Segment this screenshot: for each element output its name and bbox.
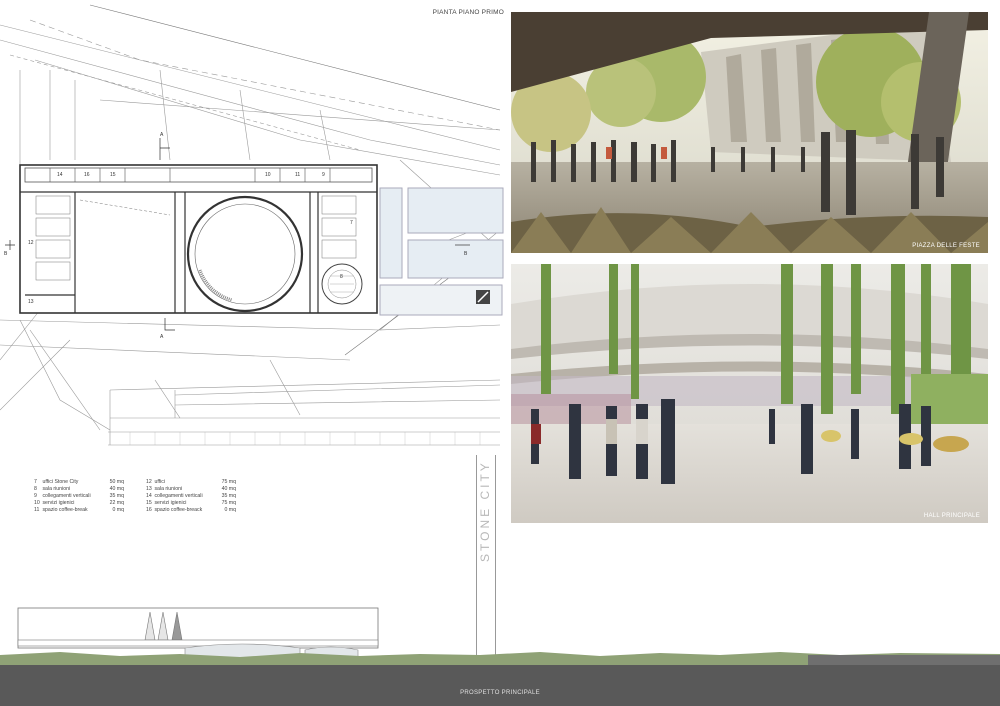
legend-row: 10 servizi igienici 22 mq — [34, 500, 124, 506]
footer-label: PROSPETTO PRINCIPALE — [460, 690, 540, 696]
legend-row: 12 uffici 75 mq — [146, 479, 236, 485]
render-hall-label: HALL PRINCIPALE — [923, 513, 980, 519]
legend-row: 13 sala riunioni 40 mq — [146, 486, 236, 492]
section-marker-a-bottom: A — [160, 334, 164, 340]
room-label-9: 9 — [322, 172, 325, 178]
room-label-12: 12 — [28, 240, 34, 246]
room-label-8: 8 — [340, 274, 343, 280]
legend-row: 15 servizi igienici 75 mq — [146, 500, 236, 506]
room-label-7: 7 — [350, 220, 353, 226]
section-marker-b-left: B — [4, 251, 8, 257]
floor-plan-drawing: A A B B 14 16 15 10 11 9 12 13 7 8 — [0, 4, 504, 446]
render-hall-image — [511, 264, 988, 523]
legend-row: 14 collegamenti verticali 35 mq — [146, 493, 236, 499]
room-label-16: 16 — [84, 172, 90, 178]
render-hall: HALL PRINCIPALE — [511, 264, 988, 523]
room-label-13: 13 — [28, 299, 34, 305]
footer-bar — [0, 665, 1000, 706]
legend-row: 11 spazio coffee-break 0 mq — [34, 507, 124, 513]
room-label-11: 11 — [295, 172, 300, 178]
legend-row: 7 uffici Stone City 50 mq — [34, 479, 124, 485]
legend-column-2: 12 uffici 75 mq 13 sala riunioni 40 mq 14 … — [146, 479, 236, 514]
render-piazza-label: PIAZZA DELLE FESTE — [912, 243, 980, 249]
room-label-14: 14 — [57, 172, 63, 178]
render-piazza: PIAZZA DELLE FESTE — [511, 12, 988, 253]
legend-row: 8 sala riunioni 40 mq — [34, 486, 124, 492]
section-marker-a-top: A — [160, 132, 164, 138]
legend-row: 9 collegamenti verticali 35 mq — [34, 493, 124, 499]
brand-vertical-text: STONE CITY — [478, 460, 492, 562]
legend-column-1: 7 uffici Stone City 50 mq 8 sala riunioni… — [34, 479, 124, 514]
legend-row: 16 spazio coffee-breack 0 mq — [146, 507, 236, 513]
room-label-15: 15 — [110, 172, 116, 178]
room-label-10: 10 — [265, 172, 271, 178]
elevation-drawing — [0, 607, 1000, 666]
render-piazza-image — [511, 12, 988, 253]
